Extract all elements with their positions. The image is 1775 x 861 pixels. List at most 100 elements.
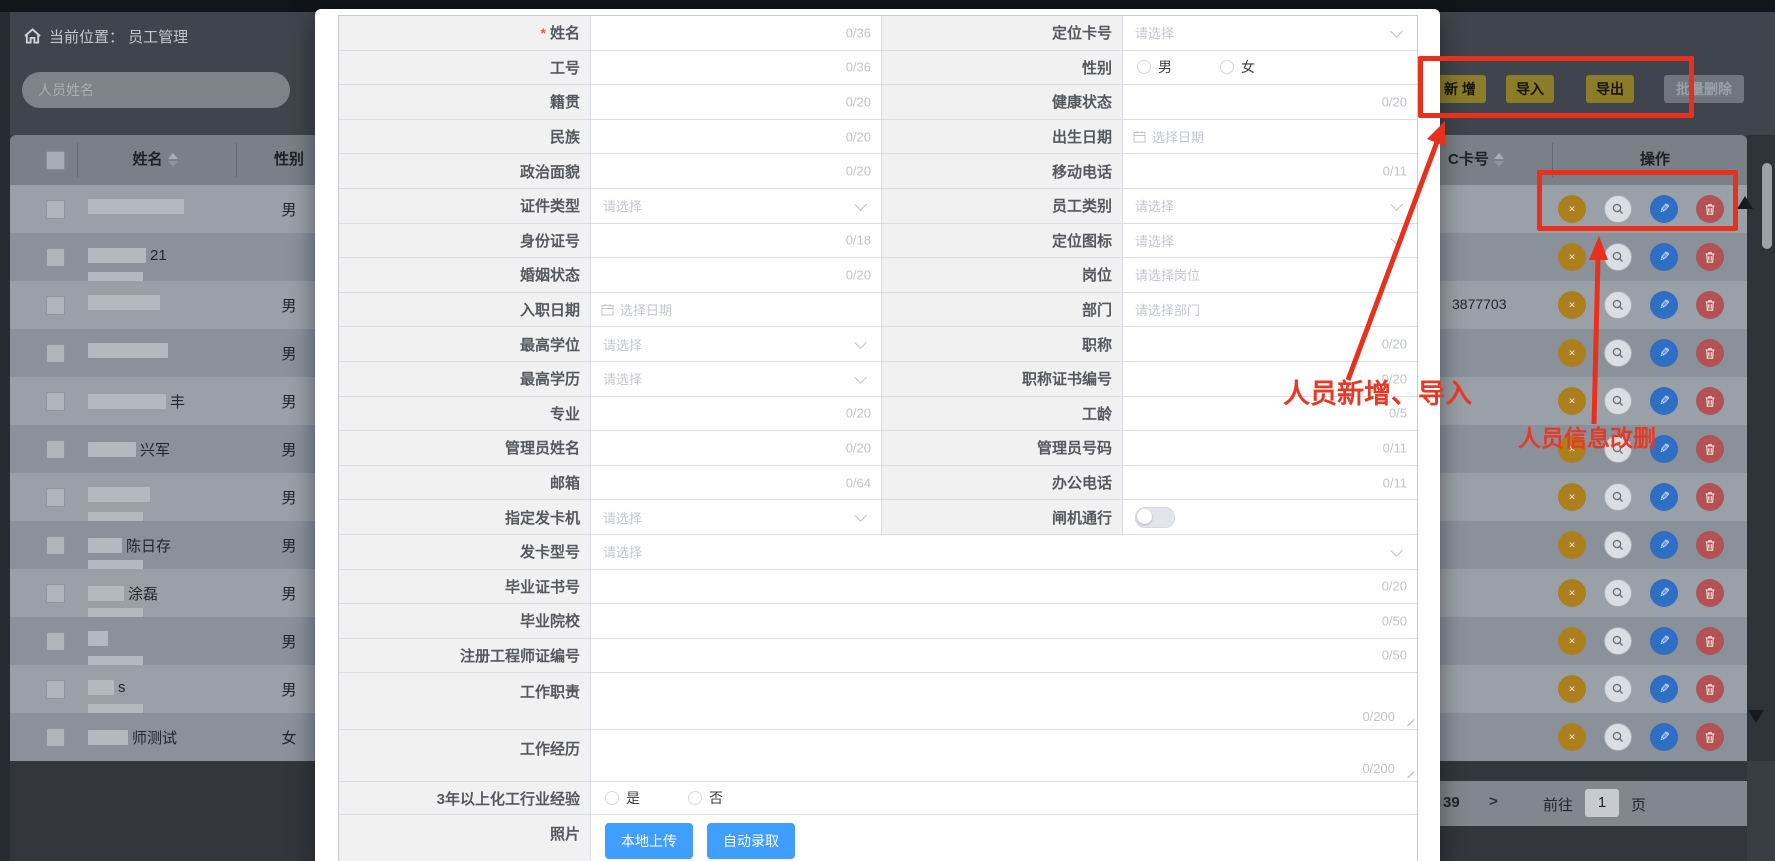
name-input[interactable]: 0/36 [590, 16, 881, 50]
sort-icons[interactable] [168, 153, 178, 167]
row-checkbox[interactable] [46, 440, 65, 459]
card-action-button[interactable]: ✕ [1558, 435, 1586, 463]
edit-button[interactable]: ✎ [1650, 291, 1678, 319]
view-button[interactable] [1604, 435, 1632, 463]
edit-button[interactable]: ✎ [1650, 579, 1678, 607]
row-checkbox[interactable] [46, 728, 65, 747]
id-type-select[interactable]: 请选择 [590, 189, 881, 223]
job-title-input[interactable]: 0/20 [1122, 327, 1417, 361]
edit-button[interactable]: ✎ [1650, 531, 1678, 559]
view-button[interactable] [1604, 483, 1632, 511]
delete-button[interactable] [1696, 195, 1724, 223]
delete-button[interactable] [1696, 291, 1724, 319]
card-action-button[interactable]: ✕ [1558, 627, 1586, 655]
add-button[interactable]: 新 增 [1434, 75, 1486, 103]
post-select[interactable]: 请选择岗位 [1122, 258, 1417, 292]
sort-icons[interactable] [1494, 153, 1504, 167]
local-upload-button[interactable]: 本地上传 [605, 823, 693, 859]
admin-name-input[interactable]: 0/20 [590, 431, 881, 465]
card-action-button[interactable]: ✕ [1558, 483, 1586, 511]
delete-button[interactable] [1696, 243, 1724, 271]
toggle-switch-off[interactable] [1135, 507, 1175, 528]
delete-button[interactable] [1696, 483, 1724, 511]
mobile-input[interactable]: 0/11 [1122, 154, 1417, 188]
row-checkbox[interactable] [46, 392, 65, 411]
engineer-cert-input[interactable]: 0/50 [590, 639, 1417, 673]
delete-button[interactable] [1696, 339, 1724, 367]
delete-button[interactable] [1696, 723, 1724, 751]
hire-date-picker[interactable]: 选择日期 [590, 293, 881, 327]
edit-button[interactable]: ✎ [1650, 387, 1678, 415]
header-card[interactable]: C卡号 [1448, 135, 1538, 185]
card-action-button[interactable]: ✕ [1558, 723, 1586, 751]
id-number-input[interactable]: 0/18 [590, 224, 881, 258]
delete-button[interactable] [1696, 627, 1724, 655]
card-action-button[interactable]: ✕ [1558, 339, 1586, 367]
view-button[interactable] [1604, 627, 1632, 655]
row-checkbox[interactable] [46, 680, 65, 699]
diploma-no-input[interactable]: 0/20 [590, 570, 1417, 604]
view-button[interactable] [1604, 675, 1632, 703]
row-checkbox[interactable] [46, 584, 65, 603]
marital-input[interactable]: 0/20 [590, 258, 881, 292]
row-checkbox[interactable] [46, 344, 65, 363]
edit-button[interactable]: ✎ [1650, 339, 1678, 367]
major-input[interactable]: 0/20 [590, 397, 881, 431]
auto-capture-button[interactable]: 自动录取 [707, 823, 795, 859]
resize-grip-icon[interactable] [1404, 716, 1414, 726]
card-action-button[interactable]: ✕ [1558, 291, 1586, 319]
birth-date-picker[interactable]: 选择日期 [1122, 120, 1417, 154]
admin-number-input[interactable]: 0/11 [1122, 431, 1417, 465]
education-select[interactable]: 请选择 [590, 362, 881, 396]
row-checkbox[interactable] [46, 632, 65, 651]
office-phone-input[interactable]: 0/11 [1122, 466, 1417, 500]
edit-button[interactable]: ✎ [1650, 675, 1678, 703]
edit-button[interactable]: ✎ [1650, 483, 1678, 511]
scroll-up-arrow-icon[interactable] [1737, 196, 1753, 209]
edit-button[interactable]: ✎ [1650, 435, 1678, 463]
title-cert-input[interactable]: 0/20 [1122, 362, 1417, 396]
page-number-button[interactable]: 39 [1443, 794, 1460, 811]
worker-id-input[interactable]: 0/36 [590, 51, 881, 85]
import-button[interactable]: 导入 [1506, 75, 1554, 103]
view-button[interactable] [1604, 531, 1632, 559]
radio-gender[interactable]: 男 [1137, 57, 1172, 77]
scroll-down-arrow-icon[interactable] [1748, 710, 1764, 723]
edit-button[interactable]: ✎ [1650, 195, 1678, 223]
card-action-button[interactable]: ✕ [1558, 243, 1586, 271]
view-button[interactable] [1604, 291, 1632, 319]
view-button[interactable] [1604, 195, 1632, 223]
ethnicity-input[interactable]: 0/20 [590, 120, 881, 154]
email-input[interactable]: 0/64 [590, 466, 881, 500]
delete-button[interactable] [1696, 675, 1724, 703]
delete-button[interactable] [1696, 387, 1724, 415]
select-all-checkbox[interactable] [46, 151, 65, 170]
radio-chem-exp[interactable]: 否 [688, 788, 723, 808]
degree-select[interactable]: 请选择 [590, 327, 881, 361]
batch-delete-button[interactable]: 批量删除 [1664, 75, 1744, 103]
search-input[interactable]: 人员姓名 [22, 72, 290, 108]
delete-button[interactable] [1696, 531, 1724, 559]
school-input[interactable]: 0/50 [590, 604, 1417, 638]
card-model-select[interactable]: 请选择 [590, 535, 1417, 569]
locate-card-select[interactable]: 请选择 [1122, 16, 1417, 50]
resize-grip-icon[interactable] [1404, 768, 1414, 778]
row-checkbox[interactable] [46, 488, 65, 507]
work-years-input[interactable]: 0/5 [1122, 397, 1417, 431]
card-action-button[interactable]: ✕ [1558, 675, 1586, 703]
view-button[interactable] [1604, 387, 1632, 415]
card-action-button[interactable]: ✕ [1558, 195, 1586, 223]
delete-button[interactable] [1696, 579, 1724, 607]
view-button[interactable] [1604, 243, 1632, 271]
card-action-button[interactable]: ✕ [1558, 531, 1586, 559]
card-action-button[interactable]: ✕ [1558, 387, 1586, 415]
row-checkbox[interactable] [46, 536, 65, 555]
header-name[interactable]: 姓名 [100, 135, 210, 185]
radio-gender[interactable]: 女 [1220, 57, 1255, 77]
delete-button[interactable] [1696, 435, 1724, 463]
edit-button[interactable]: ✎ [1650, 627, 1678, 655]
political-input[interactable]: 0/20 [590, 154, 881, 188]
emp-type-select[interactable]: 请选择 [1122, 189, 1417, 223]
health-input[interactable]: 0/20 [1122, 85, 1417, 119]
view-button[interactable] [1604, 339, 1632, 367]
